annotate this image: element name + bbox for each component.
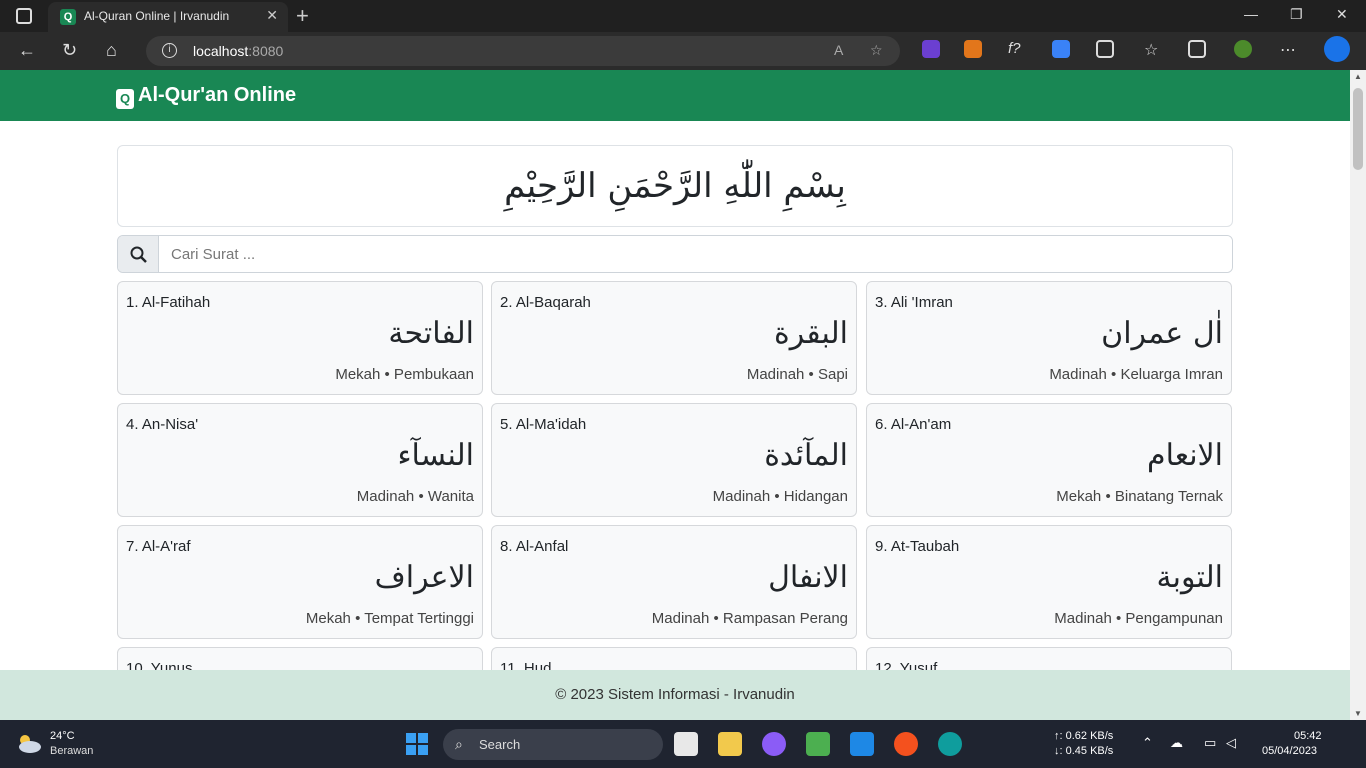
github-desktop-icon[interactable] xyxy=(762,732,786,756)
site-footer: © 2023 Sistem Informasi - Irvanudin xyxy=(0,670,1350,720)
surah-meta: Madinah • Pengampunan xyxy=(1054,610,1223,627)
tray-chevron-icon[interactable]: ⌃ xyxy=(1142,735,1153,751)
temperature: 24°C xyxy=(50,730,75,742)
file-explorer-icon[interactable] xyxy=(718,732,742,756)
reload-icon[interactable]: ↻ xyxy=(62,40,77,61)
surah-card[interactable]: 8. Al-Anfal الانفال Madinah • Rampasan Per… xyxy=(491,525,857,639)
favorite-star-icon[interactable]: ☆ xyxy=(870,42,883,59)
surah-meta: Mekah • Binatang Ternak xyxy=(1056,488,1223,505)
surah-card[interactable]: 1. Al-Fatihah الفاتحة Mekah • Pembukaan xyxy=(117,281,483,395)
more-menu-icon[interactable]: ⋯ xyxy=(1280,40,1298,59)
extension-icon-2[interactable] xyxy=(1052,40,1070,58)
scroll-up-icon[interactable]: ▲ xyxy=(1354,72,1362,81)
surah-meta: Mekah • Tempat Tertinggi xyxy=(305,610,474,627)
close-tab-icon[interactable]: ✕ xyxy=(266,7,278,24)
new-tab-icon[interactable]: + xyxy=(296,3,309,29)
scroll-down-icon[interactable]: ▼ xyxy=(1354,709,1362,718)
vscode-icon[interactable] xyxy=(850,732,874,756)
surah-meta: Mekah • Pembukaan xyxy=(335,366,474,383)
windows-start-icon[interactable] xyxy=(406,733,428,755)
surah-arabic: المآئدة xyxy=(764,438,848,473)
surah-meta: Madinah • Rampasan Perang xyxy=(651,610,848,627)
taskbar-search[interactable]: ⌕ Search xyxy=(443,729,663,760)
weather-desc: Berawan xyxy=(50,745,94,757)
favorites-icon[interactable]: ☆ xyxy=(1144,40,1162,59)
surah-name: 5. Al-Ma'idah xyxy=(500,416,587,433)
extension-icon-1[interactable] xyxy=(922,40,940,58)
tab-actions-icon[interactable] xyxy=(16,8,32,24)
metamask-icon[interactable] xyxy=(964,40,982,58)
surah-arabic: اٰل عمران xyxy=(1101,316,1223,351)
clock-time[interactable]: 05:42 xyxy=(1294,730,1322,742)
surah-name: 6. Al-An'am xyxy=(875,416,952,433)
collections-icon[interactable] xyxy=(1188,40,1206,58)
browser-tab[interactable]: Q Al-Quran Online | Irvanudin ✕ xyxy=(48,2,288,32)
scroll-thumb[interactable] xyxy=(1353,88,1363,170)
clock-date[interactable]: 05/04/2023 xyxy=(1262,745,1317,757)
net-down: ↓: 0.45 KB/s xyxy=(1054,745,1114,757)
site-navbar: Q Al-Qur'an Online xyxy=(0,70,1350,121)
tab-title: Al-Quran Online | Irvanudin xyxy=(84,9,230,23)
site-info-icon[interactable]: i xyxy=(162,43,177,58)
search-icon xyxy=(118,236,159,272)
store-icon[interactable] xyxy=(674,732,698,756)
surah-card[interactable]: 9. At-Taubah التوبة Madinah • Pengampunan xyxy=(866,525,1232,639)
surah-arabic: الاعراف xyxy=(374,560,474,595)
brand-link[interactable]: Q Al-Qur'an Online xyxy=(116,84,296,109)
surah-name: 3. Ali 'Imran xyxy=(875,294,953,311)
surah-arabic: البقرة xyxy=(774,316,848,351)
surah-name: 8. Al-Anfal xyxy=(500,538,569,555)
volume-icon[interactable]: ◁ xyxy=(1226,735,1236,751)
quran-favicon-icon: Q xyxy=(60,9,76,25)
surah-arabic: الفاتحة xyxy=(388,316,474,351)
postman-icon[interactable] xyxy=(894,732,918,756)
browser-tab-bar: Q Al-Quran Online | Irvanudin ✕ + — ❐ ✕ xyxy=(0,0,1366,32)
minimize-icon[interactable]: — xyxy=(1244,6,1258,22)
surah-name: 1. Al-Fatihah xyxy=(126,294,211,311)
notepad-plus-icon[interactable] xyxy=(806,732,830,756)
edge-icon[interactable] xyxy=(938,732,962,756)
bismillah-card: بِسْمِ اللّٰهِ الرَّحْمَنِ الرَّحِيْمِ xyxy=(117,145,1233,227)
back-icon[interactable]: ← xyxy=(18,40,36,61)
surah-meta: Madinah • Keluarga Imran xyxy=(1049,366,1223,383)
home-icon[interactable]: ⌂ xyxy=(106,40,117,61)
surah-name: 2. Al-Baqarah xyxy=(500,294,591,311)
page-scrollbar[interactable]: ▲ ▼ xyxy=(1350,70,1366,720)
close-window-icon[interactable]: ✕ xyxy=(1336,6,1348,23)
surah-arabic: التوبة xyxy=(1156,560,1223,595)
formula-icon[interactable]: f? xyxy=(1008,40,1026,58)
surah-arabic: النسآء xyxy=(397,438,474,473)
surah-meta: Madinah • Wanita xyxy=(356,488,474,505)
surah-card[interactable]: 7. Al-A'raf الاعراف Mekah • Tempat Terting… xyxy=(117,525,483,639)
onedrive-icon[interactable]: ☁ xyxy=(1170,735,1183,751)
surah-card[interactable]: 2. Al-Baqarah البقرة Madinah • Sapi xyxy=(491,281,857,395)
read-aloud-icon[interactable]: A xyxy=(834,42,843,58)
surah-name: 7. Al-A'raf xyxy=(126,538,191,555)
surah-name: 4. An-Nisa' xyxy=(126,416,199,433)
cloud-icon xyxy=(19,735,41,753)
surah-card[interactable]: 5. Al-Ma'idah المآئدة Madinah • Hidangan xyxy=(491,403,857,517)
address-bar[interactable]: i localhost:8080 A ☆ xyxy=(146,36,900,66)
taskbar-search-label: Search xyxy=(479,737,521,752)
surah-name: 9. At-Taubah xyxy=(875,538,960,555)
surah-card[interactable]: 3. Ali 'Imran اٰل عمران Madinah • Keluarga… xyxy=(866,281,1232,395)
bing-icon[interactable] xyxy=(1324,36,1350,62)
extension-icon-3[interactable] xyxy=(1234,40,1252,58)
search-input[interactable] xyxy=(159,236,1232,272)
surah-meta: Madinah • Hidangan xyxy=(712,488,848,505)
surah-card[interactable]: 4. An-Nisa' النسآء Madinah • Wanita xyxy=(117,403,483,517)
surah-card[interactable]: 6. Al-An'am الانعام Mekah • Binatang Terna… xyxy=(866,403,1232,517)
url-text: localhost:8080 xyxy=(193,43,284,59)
quran-book-icon: Q xyxy=(116,89,134,109)
taskbar-search-icon: ⌕ xyxy=(455,736,463,752)
network-icon[interactable]: ▭ xyxy=(1204,735,1216,751)
surah-arabic: الانعام xyxy=(1147,438,1223,473)
net-up: ↑: 0.62 KB/s xyxy=(1054,730,1114,742)
surah-search xyxy=(117,235,1233,273)
extensions-icon[interactable] xyxy=(1096,40,1114,58)
surah-arabic: الانفال xyxy=(768,560,848,595)
surah-meta: Madinah • Sapi xyxy=(746,366,848,383)
restore-icon[interactable]: ❐ xyxy=(1290,6,1303,23)
